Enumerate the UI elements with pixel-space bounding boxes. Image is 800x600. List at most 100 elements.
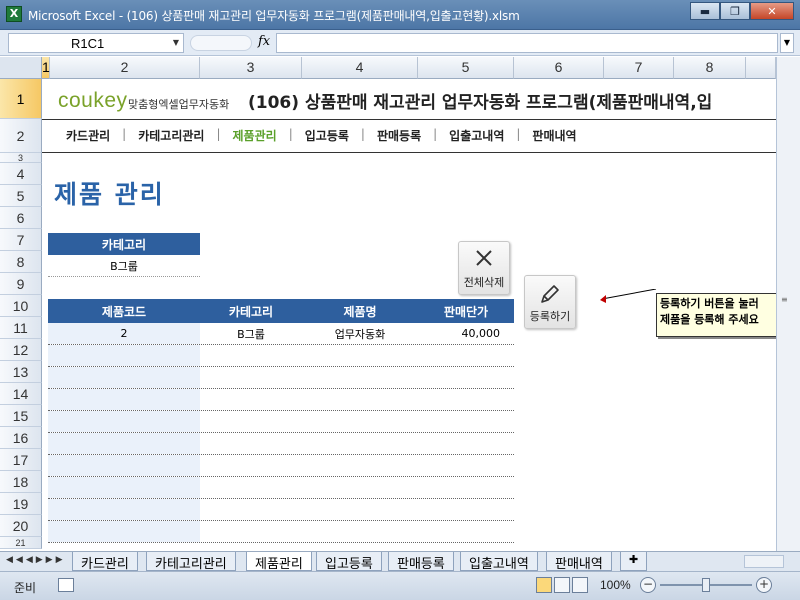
horizontal-scrollbar[interactable] — [744, 555, 784, 568]
table-row[interactable] — [48, 521, 514, 543]
vertical-scrollbar[interactable]: ≡ — [776, 57, 800, 551]
sheet-tab[interactable]: 판매등록 — [388, 552, 454, 572]
cell-product-name[interactable] — [302, 499, 418, 520]
nav-item[interactable]: 판매내역 — [520, 127, 588, 144]
cell-unit-price[interactable] — [418, 521, 514, 542]
scroll-grip-icon[interactable]: ≡ — [781, 295, 795, 304]
cell-product-code[interactable] — [48, 411, 200, 432]
cell-product-code[interactable] — [48, 389, 200, 410]
column-header[interactable]: 5 — [418, 57, 514, 79]
zoom-in-icon[interactable]: + — [756, 577, 772, 593]
row-header[interactable]: 15 — [0, 405, 42, 427]
cell-category[interactable] — [200, 433, 302, 454]
row-header[interactable]: 7 — [0, 229, 42, 251]
row-header[interactable]: 18 — [0, 471, 42, 493]
cell-product-code[interactable] — [48, 499, 200, 520]
cell-unit-price[interactable] — [418, 345, 514, 366]
row-header[interactable]: 9 — [0, 273, 42, 295]
row-header[interactable]: 8 — [0, 251, 42, 273]
row-header[interactable]: 11 — [0, 317, 42, 339]
name-box[interactable]: R1C1 ▼ — [8, 33, 184, 53]
cell-unit-price[interactable] — [418, 367, 514, 388]
cell-unit-price[interactable] — [418, 455, 514, 476]
minimize-button[interactable]: ▬ — [690, 2, 720, 20]
row-header[interactable]: 3 — [0, 153, 42, 163]
nav-item[interactable]: 입고등록 — [293, 127, 361, 144]
column-header[interactable] — [746, 57, 776, 79]
cell-unit-price[interactable] — [418, 433, 514, 454]
row-header[interactable]: 20 — [0, 515, 42, 537]
nav-item[interactable]: 카드관리 — [54, 127, 122, 144]
excel-app-icon[interactable]: X — [6, 6, 22, 22]
cell-category[interactable] — [200, 345, 302, 366]
row-header[interactable]: 13 — [0, 361, 42, 383]
cell-product-code[interactable] — [48, 345, 200, 366]
cell-product-name[interactable] — [302, 367, 418, 388]
sheet-tab[interactable]: 카드관리 — [72, 552, 138, 572]
page-layout-view-icon[interactable] — [554, 577, 570, 593]
insert-function-icon[interactable]: fx — [258, 34, 270, 49]
close-button[interactable]: ✕ — [750, 2, 794, 20]
cell-unit-price[interactable]: 40,000 — [418, 323, 514, 344]
page-break-view-icon[interactable] — [572, 577, 588, 593]
row-header[interactable]: 17 — [0, 449, 42, 471]
chevron-down-icon[interactable]: ▼ — [173, 38, 179, 47]
cell-category[interactable] — [200, 499, 302, 520]
sheet-tab[interactable]: 판매내역 — [546, 552, 612, 572]
cell-product-name[interactable] — [302, 521, 418, 542]
table-row[interactable] — [48, 367, 514, 389]
cell-category[interactable] — [200, 389, 302, 410]
cell-category[interactable]: B그룹 — [200, 323, 302, 344]
column-header[interactable]: 4 — [302, 57, 418, 79]
cell-unit-price[interactable] — [418, 389, 514, 410]
nav-item[interactable]: 카테고리관리 — [126, 127, 216, 144]
table-row[interactable] — [48, 389, 514, 411]
cell-product-name[interactable] — [302, 411, 418, 432]
cell-product-name[interactable] — [302, 477, 418, 498]
cell-product-name[interactable] — [302, 389, 418, 410]
zoom-level[interactable]: 100% — [600, 578, 631, 592]
cell-unit-price[interactable] — [418, 499, 514, 520]
sheet-tab[interactable]: 입출고내역 — [460, 552, 538, 572]
row-header[interactable]: 19 — [0, 493, 42, 515]
delete-all-button[interactable]: 전체삭제 — [458, 241, 510, 295]
row-header[interactable]: 6 — [0, 207, 42, 229]
normal-view-icon[interactable] — [536, 577, 552, 593]
table-row[interactable] — [48, 345, 514, 367]
select-all-corner[interactable] — [0, 57, 42, 79]
cell-product-code[interactable]: 2 — [48, 323, 200, 344]
table-row[interactable] — [48, 499, 514, 521]
zoom-slider-thumb[interactable] — [702, 578, 710, 592]
sheet-tab[interactable]: 입고등록 — [316, 552, 382, 572]
cell-product-name[interactable] — [302, 345, 418, 366]
column-header[interactable]: 3 — [200, 57, 302, 79]
cell-product-code[interactable] — [48, 521, 200, 542]
formula-input[interactable] — [276, 33, 778, 53]
table-row[interactable] — [48, 411, 514, 433]
note-callout[interactable]: 등록하기 버튼을 눌러 제품을 등록해 주세요 — [656, 293, 776, 337]
expand-formula-bar-icon[interactable]: ▼ — [780, 33, 794, 53]
table-row[interactable] — [48, 477, 514, 499]
cell-unit-price[interactable] — [418, 477, 514, 498]
cell-category[interactable] — [200, 521, 302, 542]
cell-product-code[interactable] — [48, 477, 200, 498]
cell-unit-price[interactable] — [418, 411, 514, 432]
column-header[interactable]: 6 — [514, 57, 604, 79]
row-header[interactable]: 21 — [0, 537, 42, 549]
table-row[interactable]: 2 B그룹 업무자동화 40,000 — [48, 323, 514, 345]
row-header[interactable]: 2 — [0, 119, 42, 153]
cell-product-code[interactable] — [48, 433, 200, 454]
sheet-tab[interactable]: 카테고리관리 — [146, 552, 236, 572]
cell-product-code[interactable] — [48, 367, 200, 388]
worksheet[interactable]: coukey 맞춤형엑셀업무자동화 (106) 상품판매 재고관리 업무자동화 … — [42, 79, 776, 551]
cell-product-name[interactable] — [302, 433, 418, 454]
register-button[interactable]: 등록하기 — [524, 275, 576, 329]
nav-item[interactable]: 제품관리 — [221, 127, 289, 144]
nav-item[interactable]: 판매등록 — [365, 127, 433, 144]
cell-category[interactable] — [200, 477, 302, 498]
row-header[interactable]: 5 — [0, 185, 42, 207]
table-row[interactable] — [48, 433, 514, 455]
row-header[interactable]: 12 — [0, 339, 42, 361]
table-row[interactable] — [48, 455, 514, 477]
restore-button[interactable]: ❐ — [720, 2, 750, 20]
